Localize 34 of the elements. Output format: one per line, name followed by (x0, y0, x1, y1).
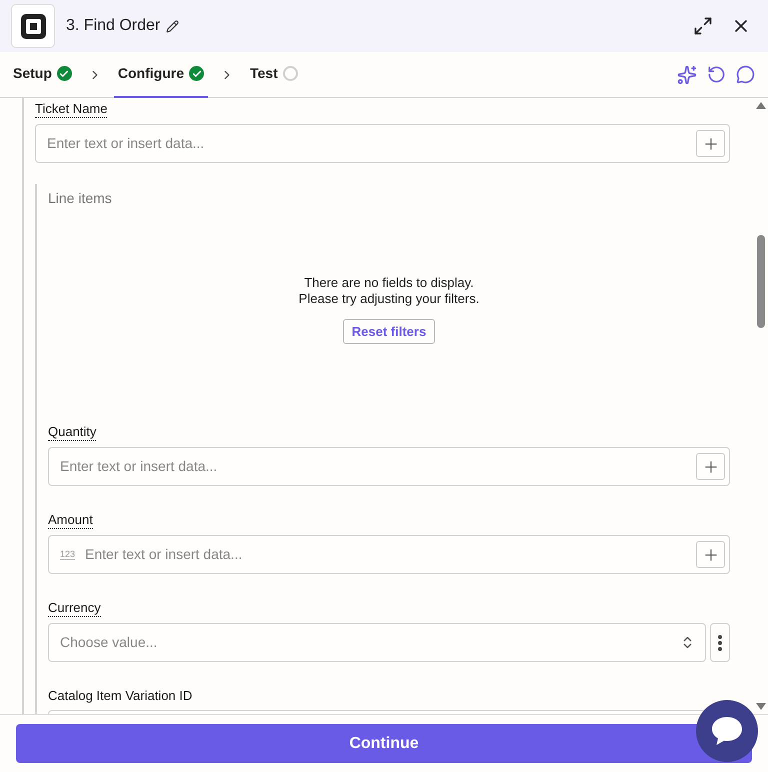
vertical-dots-icon (718, 634, 722, 650)
text-input-field[interactable]: Enter text or insert data... (48, 447, 730, 486)
window-title: 3. Find Order (66, 16, 160, 36)
field-label: Ticket Name (35, 101, 108, 118)
field-label: Catalog Item Variation ID (48, 688, 192, 704)
field-label: Quantity (48, 424, 96, 441)
sparkle-icon[interactable] (677, 64, 697, 84)
text-input-field[interactable]: Enter text or insert data... (35, 124, 730, 163)
empty-message: There are no fields to display. (304, 275, 474, 291)
select-placeholder: Choose value... (60, 633, 158, 652)
insert-data-button[interactable] (696, 541, 725, 568)
step-tab[interactable]: Setup (9, 52, 76, 98)
step-tab[interactable]: Configure (114, 52, 208, 98)
field-label: Amount (48, 512, 93, 529)
text-input[interactable]: Enter text or insert data... (85, 544, 696, 565)
edit-icon[interactable] (166, 20, 180, 32)
text-input[interactable]: Enter text or insert data... (60, 456, 696, 477)
undo-icon[interactable] (707, 65, 726, 84)
select-dropdown[interactable]: Choose value... (48, 623, 706, 662)
speech-bubble-icon (710, 715, 744, 747)
section-title: Line items (48, 189, 113, 208)
more-options-button[interactable] (710, 623, 730, 662)
step-tab[interactable]: Test (246, 52, 302, 98)
app-logo-icon (11, 4, 55, 48)
insert-data-button[interactable] (696, 130, 725, 157)
field-label: Currency (48, 600, 101, 617)
comment-icon[interactable] (736, 65, 755, 84)
reset-filters-button[interactable]: Reset filters (342, 319, 436, 344)
text-input[interactable]: Enter text or insert data... (47, 133, 696, 154)
insert-data-button[interactable] (696, 453, 725, 480)
text-input-field[interactable]: 123 Enter text or insert data... (48, 535, 730, 574)
continue-button[interactable]: Continue (16, 724, 752, 763)
empty-message: Please try adjusting your filters. (298, 291, 480, 307)
expand-icon[interactable] (693, 16, 713, 36)
